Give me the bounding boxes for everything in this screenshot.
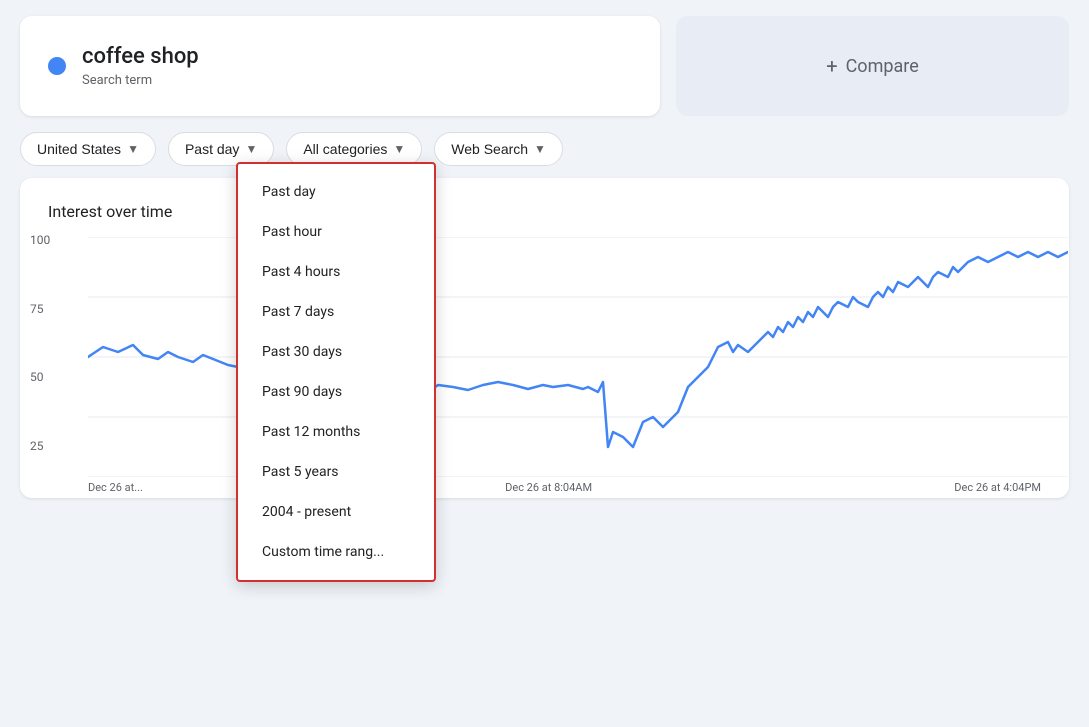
x-label-mid: Dec 26 at 8:04AM [505, 481, 592, 494]
search-type-chevron-icon: ▼ [534, 142, 546, 156]
y-label-25: 25 [30, 439, 50, 453]
time-range-chevron-icon: ▼ [245, 142, 257, 156]
location-filter-label: United States [37, 141, 121, 157]
search-term-card: coffee shop Search term [20, 16, 660, 116]
chart-y-labels: 100 75 50 25 [30, 233, 50, 453]
y-label-75: 75 [30, 302, 50, 316]
dropdown-item-2004-present[interactable]: 2004 - present [238, 492, 434, 532]
search-type-filter-label: Web Search [451, 141, 528, 157]
compare-plus-icon: + [826, 54, 837, 78]
time-range-dropdown: Past day Past hour Past 4 hours Past 7 d… [236, 162, 436, 582]
y-label-100: 100 [30, 233, 50, 247]
x-label-start: Dec 26 at... [88, 481, 143, 494]
chart-title: Interest over time [48, 202, 1041, 221]
dropdown-item-past-90-days[interactable]: Past 90 days [238, 372, 434, 412]
compare-text: Compare [846, 56, 919, 77]
time-range-filter[interactable]: Past day ▼ [168, 132, 274, 166]
categories-filter-label: All categories [303, 141, 387, 157]
location-chevron-icon: ▼ [127, 142, 139, 156]
dropdown-item-custom[interactable]: Custom time rang... [238, 532, 434, 572]
dropdown-item-past-30-days[interactable]: Past 30 days [238, 332, 434, 372]
dropdown-item-past-hour[interactable]: Past hour [238, 212, 434, 252]
dropdown-item-past-day[interactable]: Past day [238, 172, 434, 212]
dropdown-item-past-5-years[interactable]: Past 5 years [238, 452, 434, 492]
search-term-info: coffee shop Search term [82, 44, 199, 88]
search-term-label: Search term [82, 73, 199, 88]
dropdown-item-past-12-months[interactable]: Past 12 months [238, 412, 434, 452]
location-filter[interactable]: United States ▼ [20, 132, 156, 166]
dropdown-item-past-4-hours[interactable]: Past 4 hours [238, 252, 434, 292]
main-container: coffee shop Search term + Compare United… [0, 0, 1089, 727]
filters-row: United States ▼ Past day ▼ All categorie… [0, 132, 1089, 178]
chart-x-labels: Dec 26 at... Dec 26 at 8:04AM Dec 26 at … [88, 481, 1041, 494]
search-type-filter[interactable]: Web Search ▼ [434, 132, 563, 166]
search-term-name: coffee shop [82, 44, 199, 69]
categories-chevron-icon: ▼ [393, 142, 405, 156]
search-term-dot [48, 57, 66, 75]
x-label-end: Dec 26 at 4:04PM [954, 481, 1041, 494]
categories-filter[interactable]: All categories ▼ [286, 132, 422, 166]
top-section: coffee shop Search term + Compare [0, 0, 1089, 132]
y-label-50: 50 [30, 370, 50, 384]
time-range-filter-label: Past day [185, 141, 239, 157]
dropdown-item-past-7-days[interactable]: Past 7 days [238, 292, 434, 332]
compare-button[interactable]: + Compare [676, 16, 1069, 116]
chart-area: Interest over time 100 75 50 25 Dec 26 a… [20, 178, 1069, 498]
chart-svg [88, 237, 1041, 477]
